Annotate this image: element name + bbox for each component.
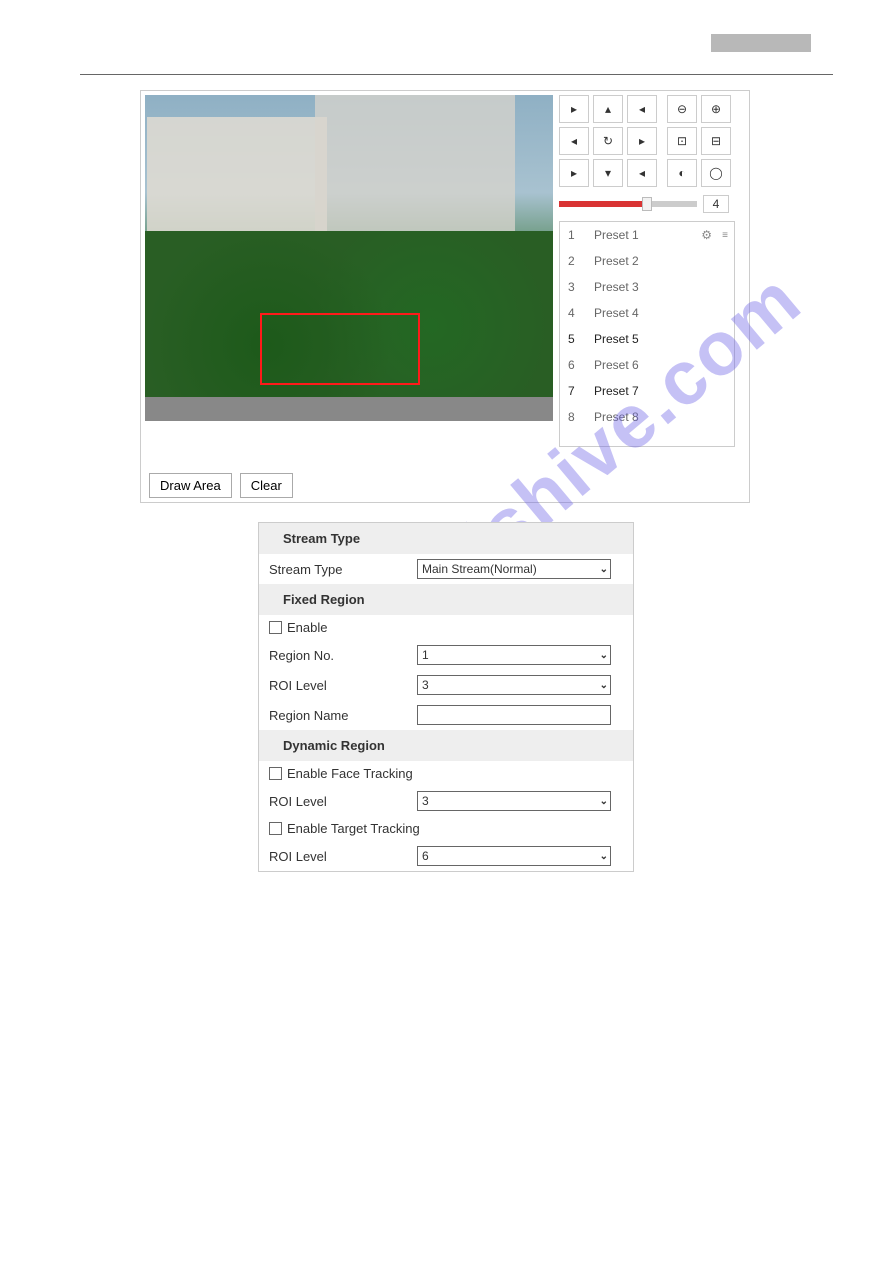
roi-level-fixed-label: ROI Level [269, 678, 409, 693]
ptz-controls: ▸ ▴ ◂ ⊖ ⊕ ◂ ↻ ▸ ⊡ ⊟ ▸ ▾ [559, 95, 735, 447]
zoom-out-button[interactable]: ⊖ [667, 95, 697, 123]
ptz-speed-value: 4 [703, 195, 729, 213]
ptz-auto-button[interactable]: ↻ [593, 127, 623, 155]
preset-label: Preset 2 [594, 254, 639, 268]
preset-row[interactable]: 7 Preset 7 [560, 378, 734, 404]
section-stream-type: Stream Type [259, 523, 633, 554]
region-name-input[interactable] [417, 705, 611, 725]
roi-rectangle[interactable] [260, 313, 420, 385]
checkbox-icon [269, 822, 282, 835]
focus-near-button[interactable]: ⊡ [667, 127, 697, 155]
clear-button[interactable]: Clear [240, 473, 293, 498]
preset-row[interactable]: 4 Preset 4 [560, 300, 734, 326]
preset-row[interactable]: 3 Preset 3 [560, 274, 734, 300]
chevron-down-icon: ⌄ [600, 851, 608, 862]
ptz-right-button[interactable]: ▸ [627, 127, 657, 155]
section-dynamic-region: Dynamic Region [259, 730, 633, 761]
slider-thumb[interactable] [642, 197, 652, 211]
gear-icon[interactable]: ⚙ [701, 228, 712, 242]
chevron-down-icon: ⌄ [600, 796, 608, 807]
enable-target-tracking-checkbox[interactable]: Enable Target Tracking [269, 821, 420, 836]
ptz-down-button[interactable]: ▾ [593, 159, 623, 187]
video-ptz-panel: ▸ ▴ ◂ ⊖ ⊕ ◂ ↻ ▸ ⊡ ⊟ ▸ ▾ [140, 90, 750, 503]
roi-level-target-select[interactable]: 6 ⌄ [417, 846, 611, 866]
ptz-down-right-button[interactable]: ◂ [627, 159, 657, 187]
region-no-label: Region No. [269, 648, 409, 663]
header-gray-bar [711, 34, 811, 52]
ptz-up-button[interactable]: ▴ [593, 95, 623, 123]
bars-icon[interactable]: ≡ [722, 230, 728, 241]
chevron-down-icon: ⌄ [600, 650, 608, 661]
preset-label: Preset 4 [594, 306, 639, 320]
preset-label: Preset 8 [594, 410, 639, 424]
checkbox-icon [269, 621, 282, 634]
preset-row[interactable]: 6 Preset 6 [560, 352, 734, 378]
preset-label: Preset 1 [594, 228, 639, 242]
enable-fixed-checkbox[interactable]: Enable [269, 620, 327, 635]
draw-area-button[interactable]: Draw Area [149, 473, 232, 498]
stream-type-select[interactable]: Main Stream(Normal) ⌄ [417, 559, 611, 579]
ptz-down-left-button[interactable]: ▸ [559, 159, 589, 187]
region-name-label: Region Name [269, 708, 409, 723]
preset-row[interactable]: 2 Preset 2 [560, 248, 734, 274]
zoom-in-button[interactable]: ⊕ [701, 95, 731, 123]
roi-level-target-label: ROI Level [269, 849, 409, 864]
roi-level-face-select[interactable]: 3 ⌄ [417, 791, 611, 811]
ptz-up-left-button[interactable]: ▸ [559, 95, 589, 123]
preset-row[interactable]: 1 Preset 1 ⚙ ≡ [560, 222, 734, 248]
header-divider [80, 74, 833, 75]
roi-level-face-label: ROI Level [269, 794, 409, 809]
ptz-speed-slider[interactable] [559, 201, 697, 207]
iris-open-button[interactable]: ◐ [667, 159, 697, 187]
ptz-up-right-button[interactable]: ◂ [627, 95, 657, 123]
preset-label: Preset 5 [594, 332, 639, 346]
chevron-down-icon: ⌄ [600, 680, 608, 691]
enable-face-tracking-checkbox[interactable]: Enable Face Tracking [269, 766, 413, 781]
chevron-down-icon: ⌄ [600, 564, 608, 575]
video-preview[interactable] [145, 95, 553, 421]
preset-row[interactable]: 5 Preset 5 [560, 326, 734, 352]
roi-settings-panel: Stream Type Stream Type Main Stream(Norm… [258, 522, 634, 872]
preset-row[interactable]: 8 Preset 8 [560, 404, 734, 430]
preset-label: Preset 6 [594, 358, 639, 372]
preset-list[interactable]: 1 Preset 1 ⚙ ≡ 2 Preset 2 3 Preset 3 4 [559, 221, 735, 447]
region-no-select[interactable]: 1 ⌄ [417, 645, 611, 665]
focus-far-button[interactable]: ⊟ [701, 127, 731, 155]
preset-label: Preset 3 [594, 280, 639, 294]
stream-type-label: Stream Type [269, 562, 409, 577]
checkbox-icon [269, 767, 282, 780]
roi-level-fixed-select[interactable]: 3 ⌄ [417, 675, 611, 695]
iris-close-button[interactable]: ◯ [701, 159, 731, 187]
preset-label: Preset 7 [594, 384, 639, 398]
section-fixed-region: Fixed Region [259, 584, 633, 615]
ptz-left-button[interactable]: ◂ [559, 127, 589, 155]
